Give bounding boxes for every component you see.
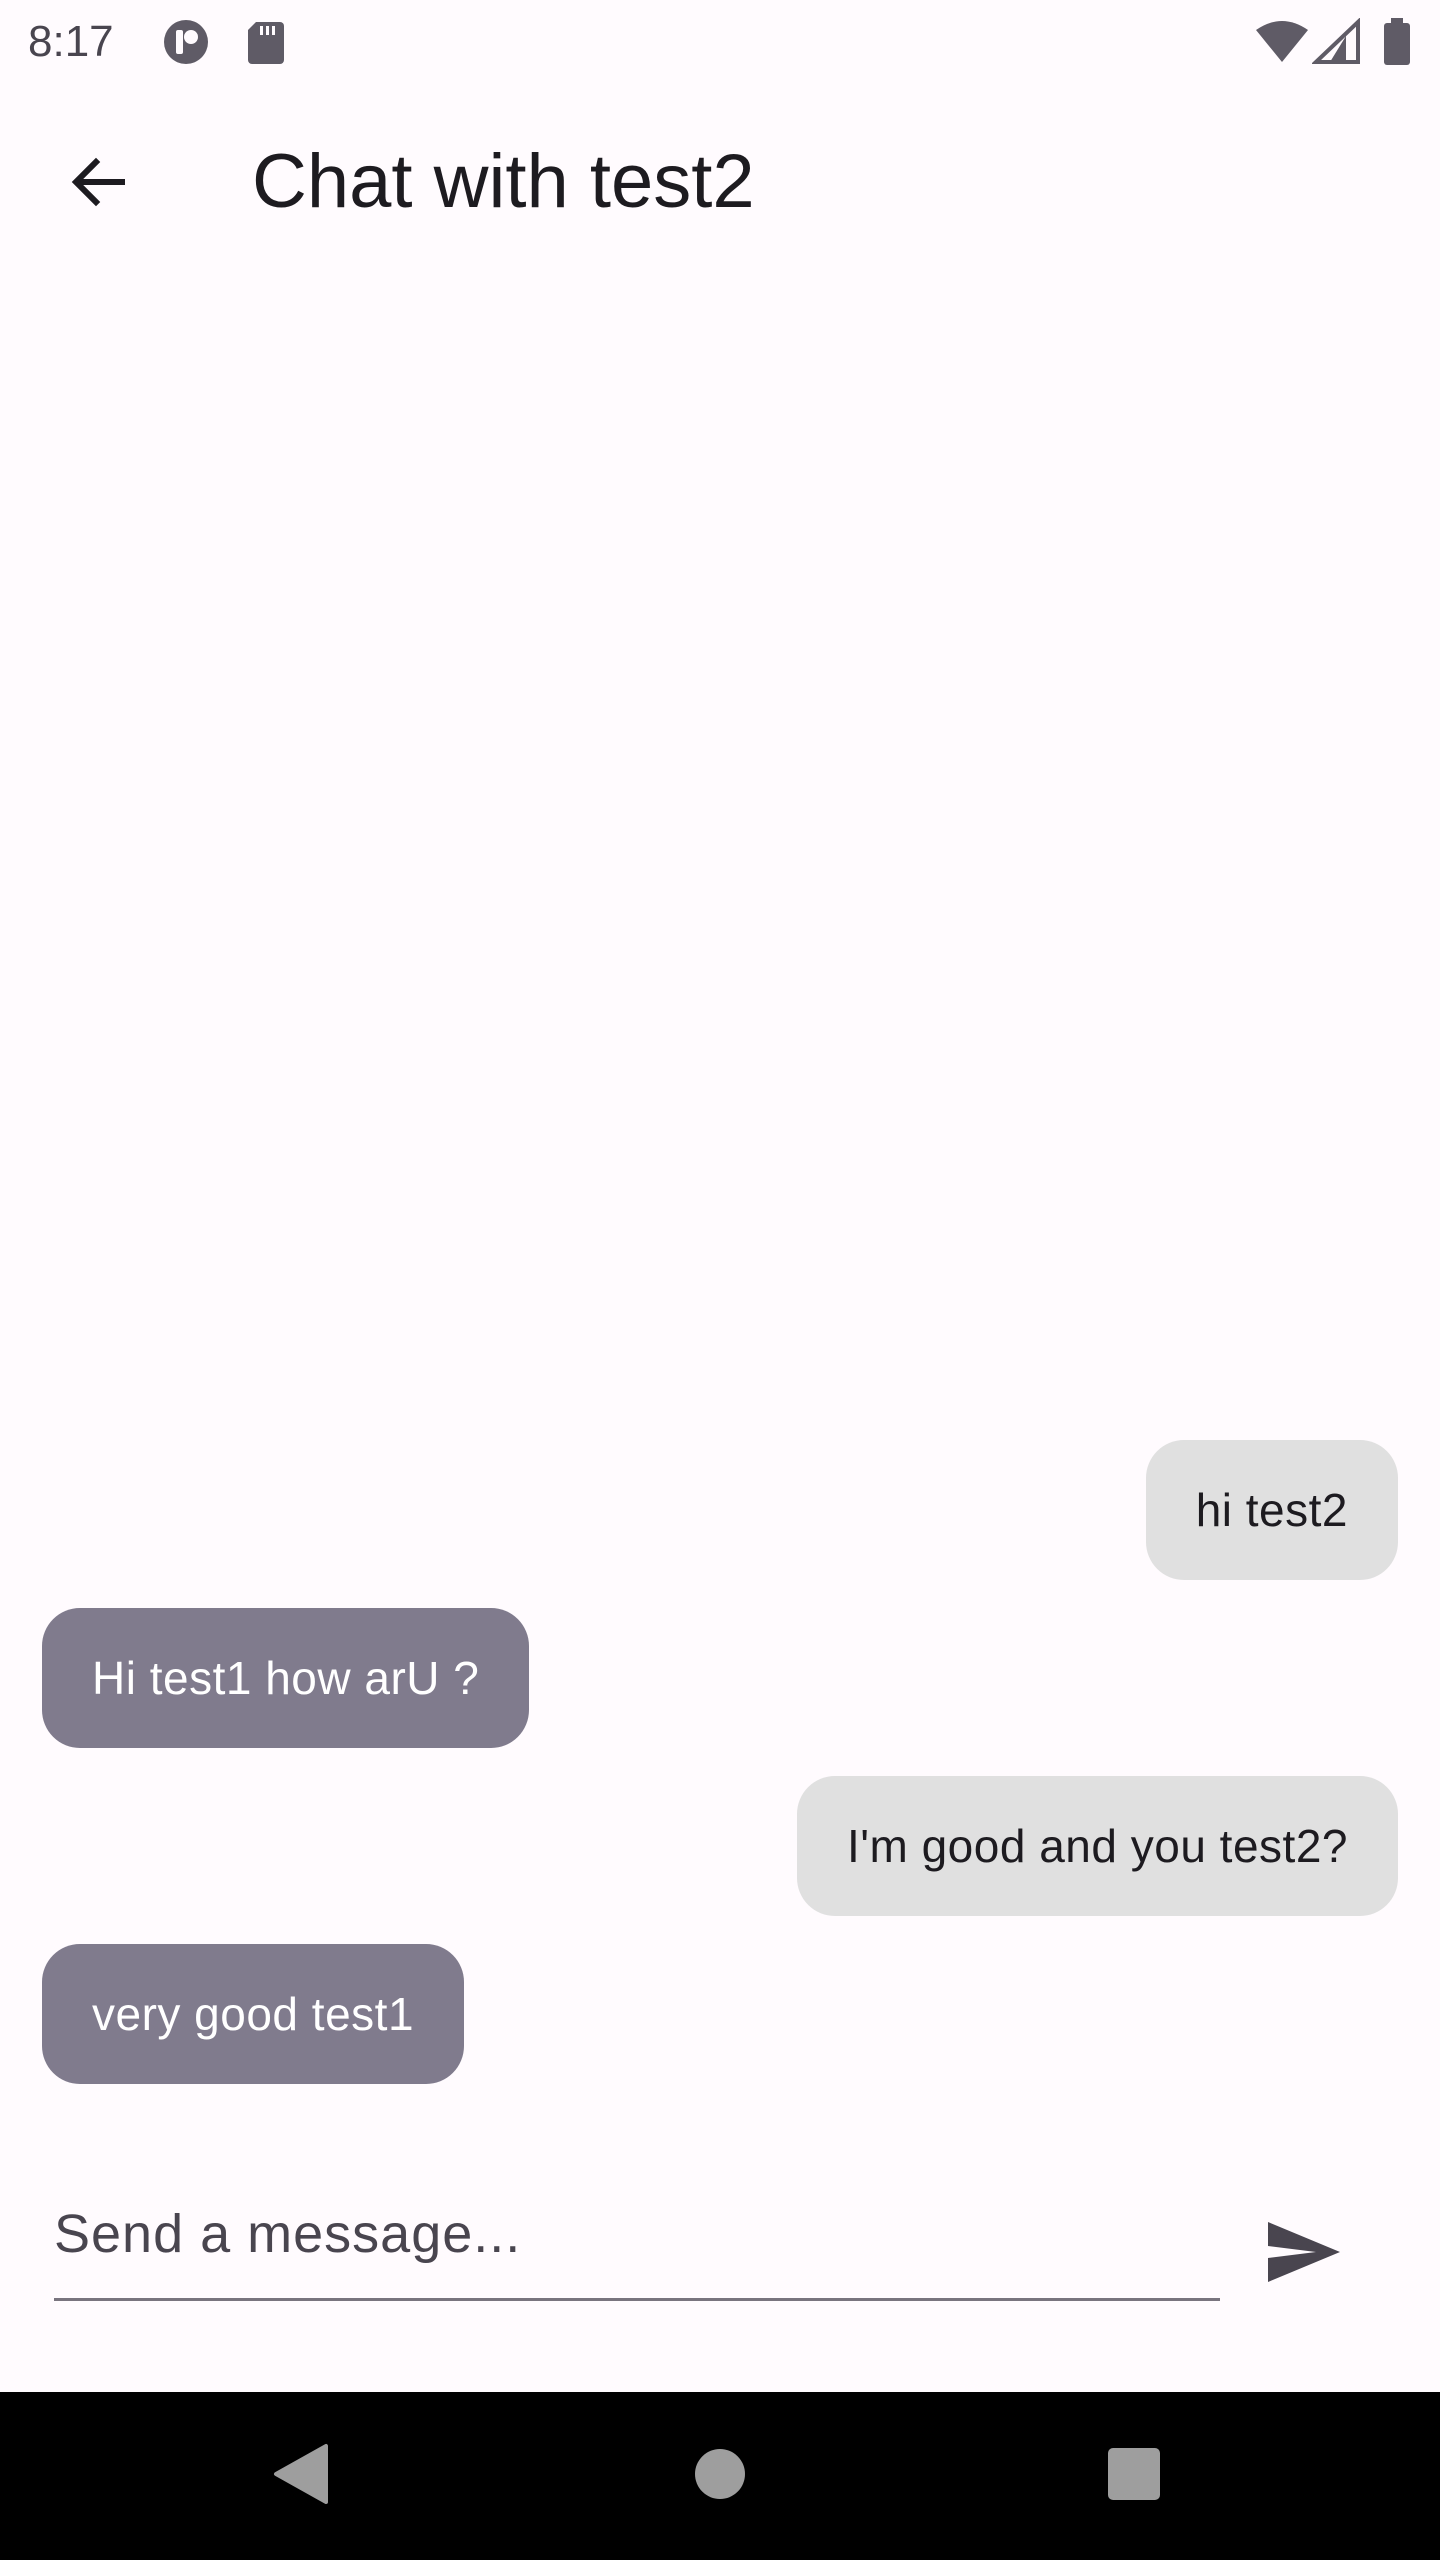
nav-back-button[interactable] (250, 2426, 350, 2526)
message-bubble-received: very good test1 (42, 1944, 465, 2084)
message-text: I'm good and you test2? (846, 1820, 1348, 1872)
home-circle-icon (694, 2448, 746, 2505)
message-list[interactable]: hi test2 Hi test1 how arU ? I'm good and… (0, 276, 1440, 2110)
message-text: Hi test1 how arU ? (92, 1652, 480, 1704)
message-composer (0, 2110, 1440, 2392)
message-input[interactable] (54, 2170, 1220, 2301)
battery-icon (1382, 18, 1412, 66)
nav-recents-button[interactable] (1084, 2426, 1184, 2526)
app-bar: Chat with test2 (0, 84, 1440, 276)
system-navigation-bar (0, 2392, 1440, 2560)
send-button[interactable] (1236, 2196, 1372, 2312)
nav-home-button[interactable] (670, 2426, 770, 2526)
message-bubble-sent: hi test2 (1145, 1440, 1398, 1580)
back-triangle-icon (270, 2442, 330, 2511)
cellular-signal-icon (1311, 17, 1362, 66)
back-button[interactable] (50, 136, 146, 232)
status-bar: 8:17 (0, 0, 1440, 84)
wifi-icon (1254, 18, 1310, 66)
page-title: Chat with test2 (252, 139, 755, 224)
app-notification-icon (162, 18, 210, 66)
recents-square-icon (1107, 2447, 1161, 2506)
message-text: very good test1 (92, 1988, 415, 2040)
status-time: 8:17 (28, 17, 114, 66)
message-bubble-received: Hi test1 how arU ? (42, 1608, 530, 1748)
message-bubble-sent: I'm good and you test2? (796, 1776, 1398, 1916)
arrow-back-icon (66, 150, 130, 219)
message-text: hi test2 (1195, 1484, 1348, 1536)
sd-card-icon (246, 18, 286, 66)
send-icon (1264, 2218, 1344, 2291)
